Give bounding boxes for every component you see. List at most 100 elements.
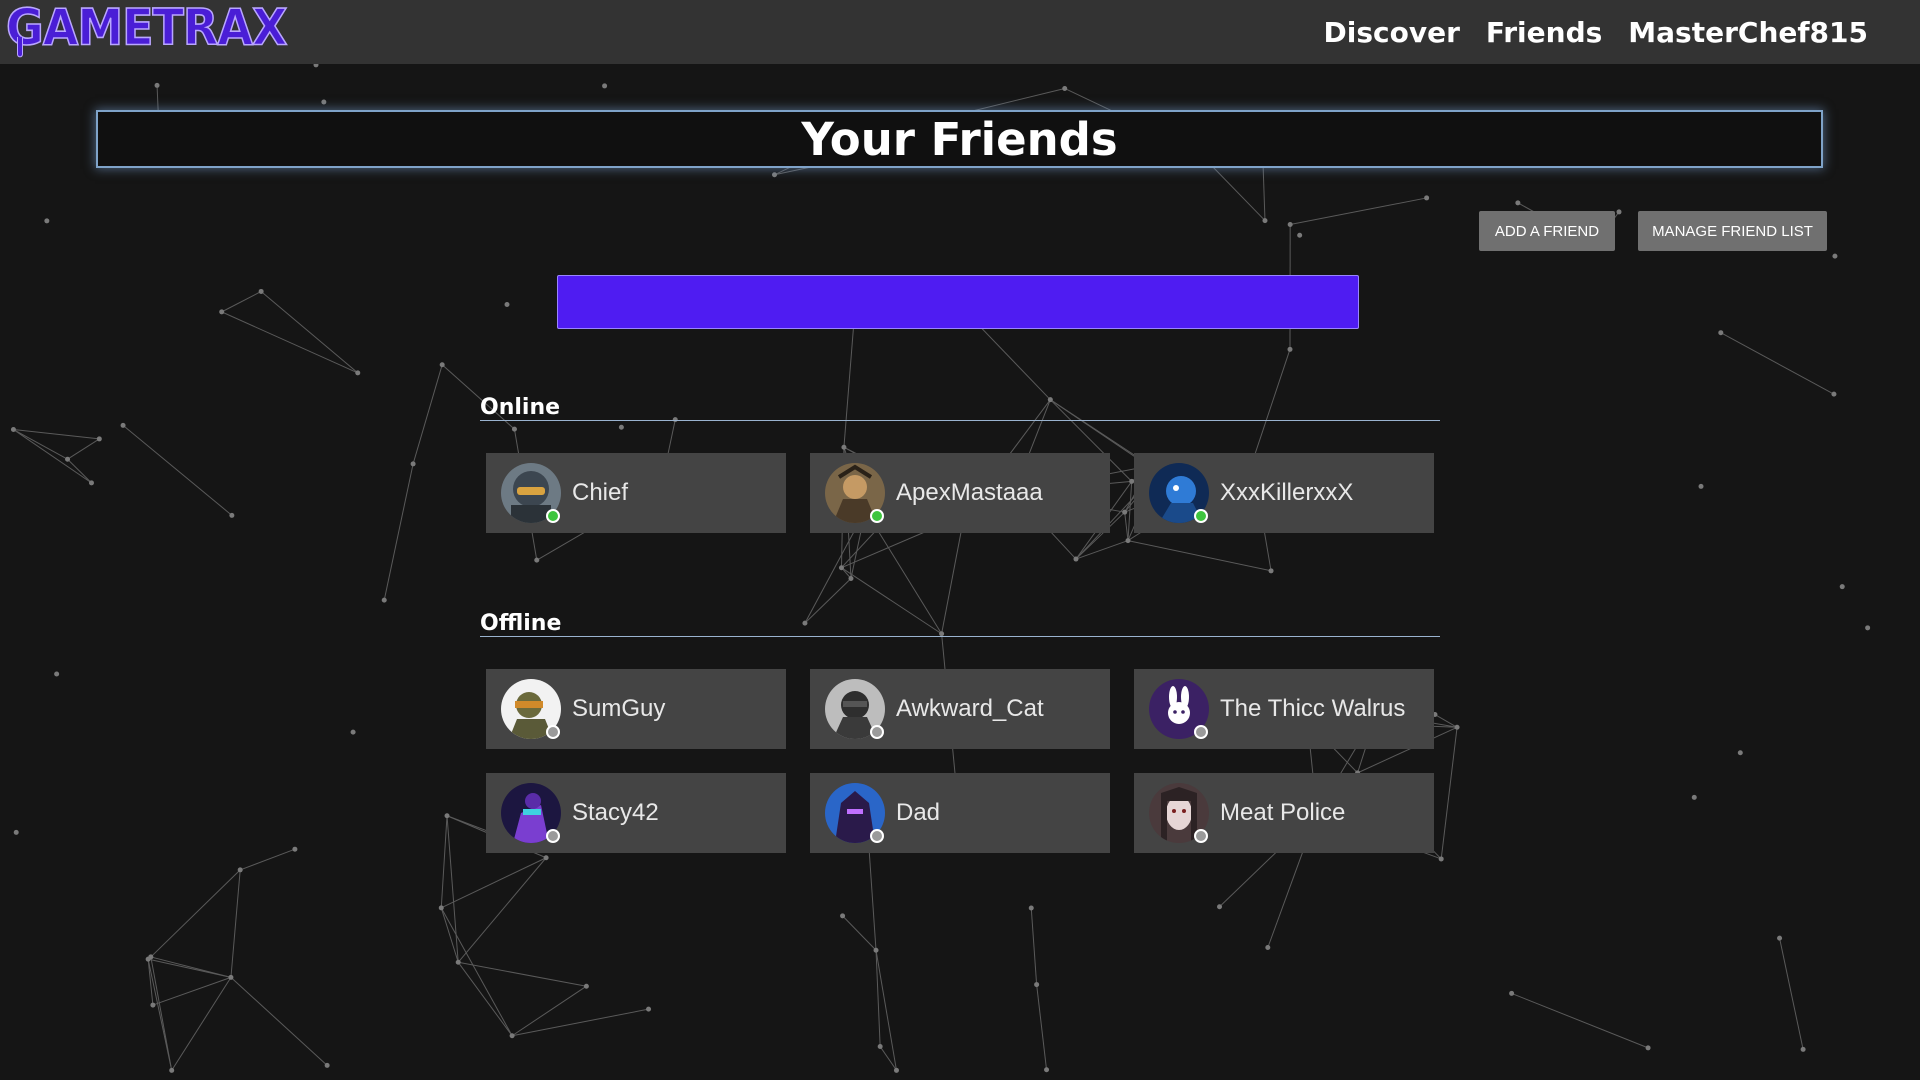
constellation-node (1062, 85, 1068, 91)
constellation-node (410, 461, 416, 467)
constellation-node (543, 855, 549, 861)
constellation-node (1737, 750, 1743, 756)
constellation-line (230, 869, 241, 978)
constellation-node (840, 913, 846, 919)
constellation-node (1268, 568, 1274, 574)
constellation-node (1034, 982, 1040, 988)
constellation-node (65, 456, 71, 462)
constellation-line (1127, 540, 1272, 572)
constellation-node (772, 172, 778, 178)
constellation-node (1865, 625, 1871, 631)
constellation-line (13, 429, 68, 460)
constellation-line (221, 291, 262, 313)
constellation-node (355, 370, 361, 376)
constellation-node (258, 288, 264, 294)
constellation-node (1800, 1046, 1806, 1052)
friend-card-meat-police[interactable]: Meat Police (1134, 773, 1434, 853)
constellation-line (67, 438, 100, 460)
constellation-line (412, 364, 443, 464)
offline-status-icon (546, 725, 560, 739)
constellation-node (504, 301, 510, 307)
constellation-line (13, 429, 92, 484)
constellation-node (44, 218, 50, 224)
friend-card-xxxkillerxxx[interactable]: XxxKillerxxX (1134, 453, 1434, 533)
constellation-line (221, 311, 358, 374)
friend-name: The Thicc Walrus (1220, 695, 1406, 722)
constellation-node (1265, 944, 1271, 950)
constellation-node (1044, 1067, 1050, 1073)
constellation-node (1832, 253, 1838, 259)
constellation-line (1290, 197, 1427, 225)
constellation-node (1691, 794, 1697, 800)
friend-card-apexmastaaa[interactable]: ApexMastaaa (810, 453, 1110, 533)
constellation-node (534, 557, 540, 563)
constellation-node (1831, 391, 1837, 397)
constellation-node (511, 426, 517, 432)
manage-friend-list-button[interactable]: MANAGE FRIEND LIST (1638, 211, 1827, 251)
constellation-node (1645, 1045, 1651, 1051)
friend-name: Chief (572, 479, 629, 506)
constellation-node (602, 83, 608, 89)
constellation-node (439, 362, 445, 368)
constellation-node (1028, 905, 1034, 911)
add-friend-button[interactable]: ADD A FRIEND (1479, 211, 1615, 251)
constellation-node (1698, 483, 1704, 489)
online-section-label: Online (480, 395, 561, 420)
constellation-line (1036, 984, 1048, 1070)
friend-card-sumguy[interactable]: SumGuy (486, 669, 786, 749)
constellation-line (230, 976, 328, 1066)
constellation-node (229, 512, 235, 518)
constellation-node (1424, 195, 1430, 201)
constellation-line (458, 961, 587, 987)
constellation-line (1075, 540, 1129, 560)
constellation-line (457, 857, 547, 963)
friend-card-chief[interactable]: Chief (486, 453, 786, 533)
online-status-icon (546, 509, 560, 523)
offline-status-icon (1194, 829, 1208, 843)
constellation-line (1511, 992, 1649, 1049)
friend-card-the-thicc-walrus[interactable]: The Thicc Walrus (1134, 669, 1434, 749)
constellation-node (848, 575, 854, 581)
gametrax-logo[interactable]: GAMETRAX (5, 0, 288, 58)
constellation-node (1287, 222, 1293, 228)
nav-links: Discover Friends MasterChef815 (1324, 16, 1868, 49)
constellation-line (148, 958, 232, 978)
friend-name: Stacy42 (572, 799, 659, 826)
friend-card-stacy42[interactable]: Stacy42 (486, 773, 786, 853)
friend-name: Awkward_Cat (896, 695, 1044, 722)
friend-name: Meat Police (1220, 799, 1346, 826)
friend-name: Dad (896, 799, 941, 826)
constellation-line (1124, 512, 1129, 541)
constellation-line (13, 429, 100, 440)
constellation-node (877, 1044, 883, 1050)
constellation-node (1262, 218, 1268, 224)
constellation-node (444, 813, 450, 819)
page-title: Your Friends (801, 112, 1118, 166)
constellation-node (1454, 724, 1460, 730)
constellation-node (10, 427, 16, 433)
nav-user-profile[interactable]: MasterChef815 (1628, 16, 1868, 49)
friend-name: ApexMastaaa (896, 479, 1043, 506)
constellation-node (324, 1062, 330, 1068)
constellation-node (646, 1006, 652, 1012)
offline-status-icon (870, 829, 884, 843)
constellation-node (1616, 209, 1622, 215)
constellation-node (120, 422, 126, 428)
constellation-line (171, 977, 232, 1071)
constellation-node (292, 846, 298, 852)
nav-discover[interactable]: Discover (1324, 16, 1460, 49)
offline-status-icon (1194, 725, 1208, 739)
friend-card-dad[interactable]: Dad (810, 773, 1110, 853)
constellation-node (1438, 856, 1444, 862)
friend-search-input[interactable] (557, 275, 1359, 329)
constellation-node (169, 1067, 175, 1073)
constellation-node (350, 729, 356, 735)
constellation-node (381, 597, 387, 603)
friend-card-awkward-cat[interactable]: Awkward_Cat (810, 669, 1110, 749)
constellation-node (838, 565, 844, 571)
constellation-node (228, 974, 234, 980)
constellation-line (446, 815, 459, 963)
nav-friends[interactable]: Friends (1486, 16, 1602, 49)
constellation-node (1297, 232, 1303, 238)
offline-section-header: Offline (480, 596, 1440, 637)
